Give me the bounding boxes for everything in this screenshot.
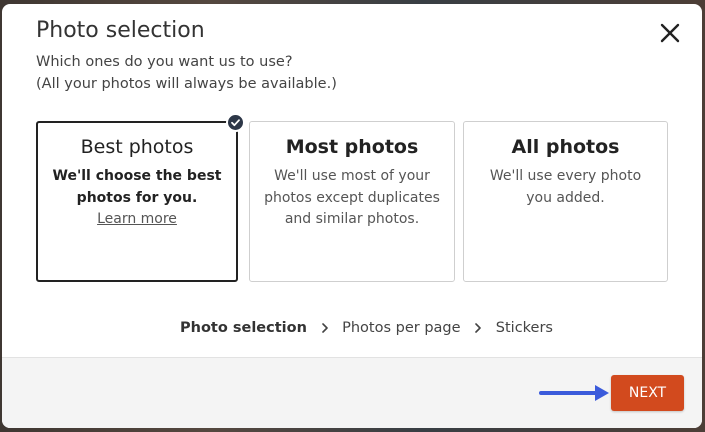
option-description-line: you added. [526,189,605,206]
close-icon [660,23,680,43]
option-most-photos[interactable]: Most photos We'll use most of your photo… [249,121,455,282]
option-description-line: photos for you. [76,189,198,206]
subtitle-line: Which ones do you want us to use? [36,54,293,70]
option-description-line: We'll choose the best [52,168,222,184]
subtitle-line: (All your photos will always be availabl… [36,75,337,92]
option-title: All photos [511,136,620,158]
option-description: We'll use most of your photos except dup… [250,166,454,231]
breadcrumb-item-photos-per-page: Photos per page [342,320,461,336]
option-description: We'll choose the best photos for you. Le… [38,166,236,231]
option-description-line: We'll use every photo [489,168,642,184]
option-title: Best photos [80,136,194,158]
arrow-right-icon [539,385,609,401]
chevron-right-icon [474,323,482,333]
option-all-photos[interactable]: All photos We'll use every photo you add… [463,121,668,282]
chevron-right-icon [321,323,329,333]
option-description: We'll use every photo you added. [464,166,667,209]
dialog-title: Photo selection [36,18,205,43]
photo-selection-dialog: Photo selection Which ones do you want u… [2,4,702,428]
close-button[interactable] [656,19,684,47]
option-description-line: photos except duplicates [264,189,440,206]
learn-more-link[interactable]: Learn more [97,209,177,230]
option-description-line: and similar photos. [284,211,420,227]
dialog-subtitle: Which ones do you want us to use? (All y… [36,52,337,95]
breadcrumb-item-stickers: Stickers [495,320,553,336]
option-best-photos[interactable]: Best photos We'll choose the best photos… [36,113,245,282]
next-button[interactable]: NEXT [611,375,684,411]
breadcrumb: Photo selection Photos per page Stickers [180,320,553,336]
breadcrumb-item-photo-selection: Photo selection [180,320,307,336]
option-title: Most photos [285,136,419,158]
selected-check-icon [226,113,245,132]
option-description-line: We'll use most of your [274,168,430,184]
